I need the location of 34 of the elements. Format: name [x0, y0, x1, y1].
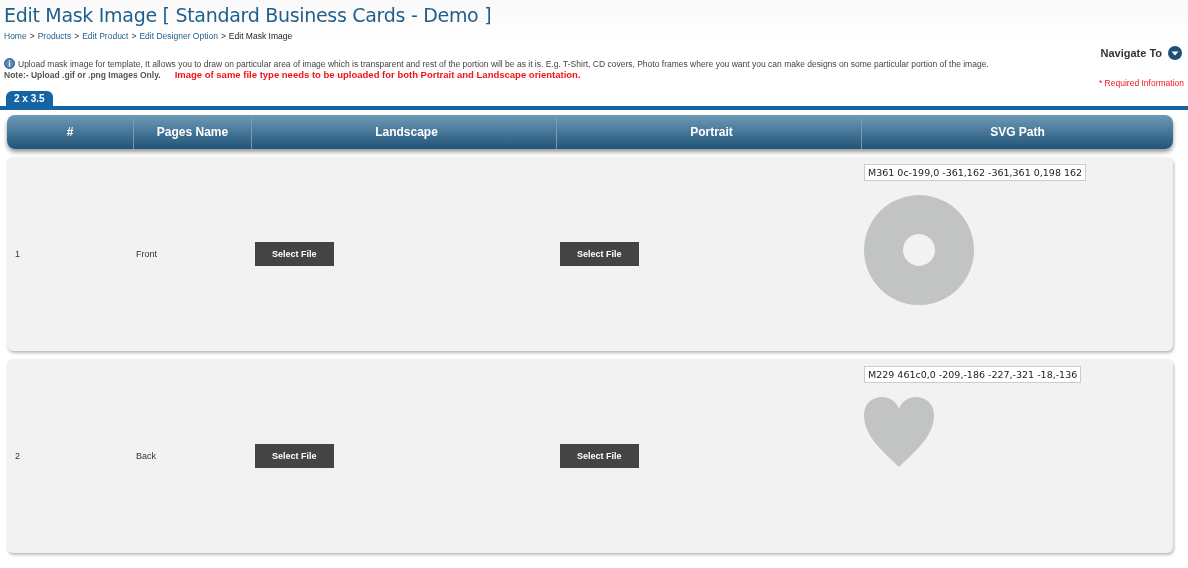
breadcrumb-separator: > — [131, 31, 137, 41]
heart-shape-preview — [864, 397, 934, 467]
breadcrumb-separator: > — [220, 31, 226, 41]
column-header: Landscape — [252, 115, 557, 149]
navigate-to-label[interactable]: Navigate To — [1100, 47, 1162, 59]
breadcrumb-link[interactable]: Home — [4, 31, 27, 41]
page-name: Back — [135, 451, 157, 461]
select-file-button[interactable]: Select File — [560, 444, 639, 468]
breadcrumb-separator: > — [74, 31, 80, 41]
note-text: Note:- Upload .gif or .png Images Only. — [4, 70, 161, 80]
page-name: Front — [135, 249, 158, 259]
breadcrumb-current: Edit Mask Image — [228, 31, 293, 41]
dropdown-icon[interactable] — [1168, 46, 1182, 60]
info-text: Upload mask image for template, It allows you to draw on particular area of image which is transparent and rest of the portion will be as it is. E.g. T-Shirt, CD covers, Photo frames where you want you can make designs on some particular portion of the image. — [18, 58, 989, 69]
breadcrumb-link[interactable]: Products — [37, 31, 72, 41]
breadcrumb-separator: > — [29, 31, 35, 41]
breadcrumb-link[interactable]: Edit Product — [82, 31, 129, 41]
row-number: 1 — [14, 249, 21, 259]
column-header: Pages Name — [134, 115, 252, 149]
svg-path-field[interactable]: M229 461c0,0 -209,-186 -227,-321 -18,-136 — [864, 366, 1082, 383]
column-header: Portrait — [557, 115, 862, 149]
select-file-button[interactable]: Select File — [255, 444, 334, 468]
column-header: SVG Path — [989, 124, 1046, 141]
column-header: # — [7, 115, 134, 149]
row-number: 2 — [14, 451, 21, 461]
select-file-button[interactable]: Select File — [255, 242, 334, 266]
info-icon — [4, 58, 15, 69]
required-info-text: * Required Information — [1098, 78, 1184, 88]
select-file-button[interactable]: Select File — [560, 242, 639, 266]
svg-path-field[interactable]: M361 0c-199,0 -361,162 -361,361 0,198 162 — [864, 164, 1087, 181]
page-title: Edit Mask Image [ Standard Business Cards - Demo ] — [4, 4, 493, 26]
warning-text: Image of same file type needs to be uploaded for both Portrait and Landscape orientation. — [174, 69, 581, 80]
breadcrumb-link[interactable]: Edit Designer Option — [139, 31, 218, 41]
tab[interactable]: 2 x 3.5 — [6, 91, 53, 106]
